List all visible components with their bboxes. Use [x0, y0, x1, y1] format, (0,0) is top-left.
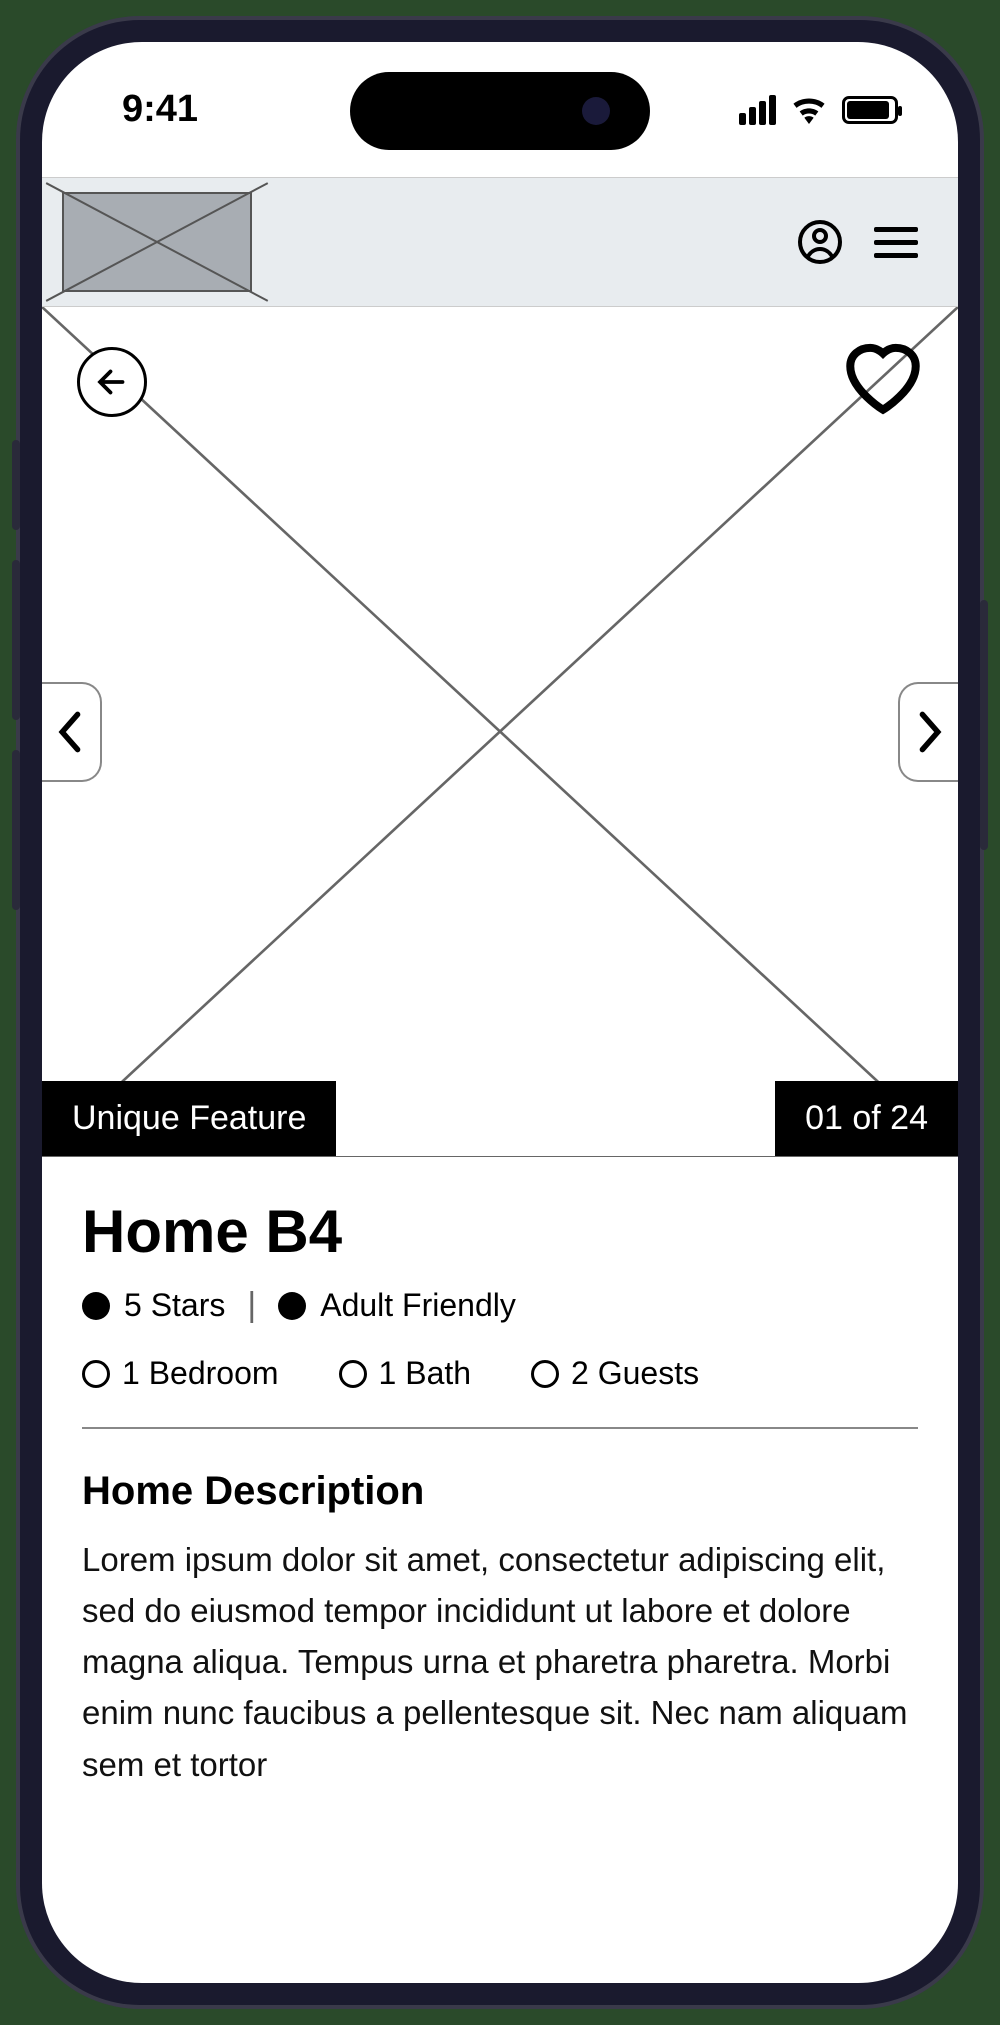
- battery-icon: [842, 96, 898, 124]
- favorite-button[interactable]: [838, 337, 928, 422]
- spec-bedrooms: 1 Bedroom: [122, 1355, 279, 1392]
- listing-title: Home B4: [82, 1197, 918, 1266]
- wifi-icon: [790, 96, 828, 124]
- description-heading: Home Description: [82, 1469, 918, 1514]
- profile-icon[interactable]: [796, 218, 844, 266]
- listing-specs: 1 Bedroom 1 Bath 2 Guests: [82, 1355, 918, 1392]
- notch: [350, 72, 650, 150]
- gallery-counter: 01 of 24: [775, 1081, 958, 1156]
- audience-tag: Adult Friendly: [320, 1287, 516, 1324]
- tag-divider: |: [247, 1286, 256, 1325]
- circle-icon: [531, 1360, 559, 1388]
- listing-tags: 5 Stars | Adult Friendly: [82, 1286, 918, 1325]
- menu-icon[interactable]: [874, 227, 918, 258]
- section-divider: [82, 1427, 918, 1429]
- feature-badge: Unique Feature: [42, 1081, 336, 1156]
- description-body: Lorem ipsum dolor sit amet, consectetur …: [82, 1534, 918, 1790]
- dot-icon: [278, 1292, 306, 1320]
- listing-content: Home B4 5 Stars | Adult Friendly 1 Bedro…: [42, 1157, 958, 1790]
- status-time: 9:41: [122, 88, 198, 131]
- rating-tag: 5 Stars: [124, 1287, 225, 1324]
- dot-icon: [82, 1292, 110, 1320]
- gallery-prev-button[interactable]: [42, 682, 102, 782]
- hero-gallery: Unique Feature 01 of 24: [42, 307, 958, 1157]
- cellular-icon: [739, 95, 776, 125]
- logo-placeholder[interactable]: [62, 192, 252, 292]
- hero-image-placeholder: [42, 307, 958, 1156]
- circle-icon: [339, 1360, 367, 1388]
- gallery-next-button[interactable]: [898, 682, 958, 782]
- spec-guests: 2 Guests: [571, 1355, 699, 1392]
- circle-icon: [82, 1360, 110, 1388]
- phone-frame: 9:41: [20, 20, 980, 2005]
- spec-baths: 1 Bath: [379, 1355, 472, 1392]
- screen: 9:41: [42, 42, 958, 1983]
- back-button[interactable]: [77, 347, 147, 417]
- app-topbar: [42, 177, 958, 307]
